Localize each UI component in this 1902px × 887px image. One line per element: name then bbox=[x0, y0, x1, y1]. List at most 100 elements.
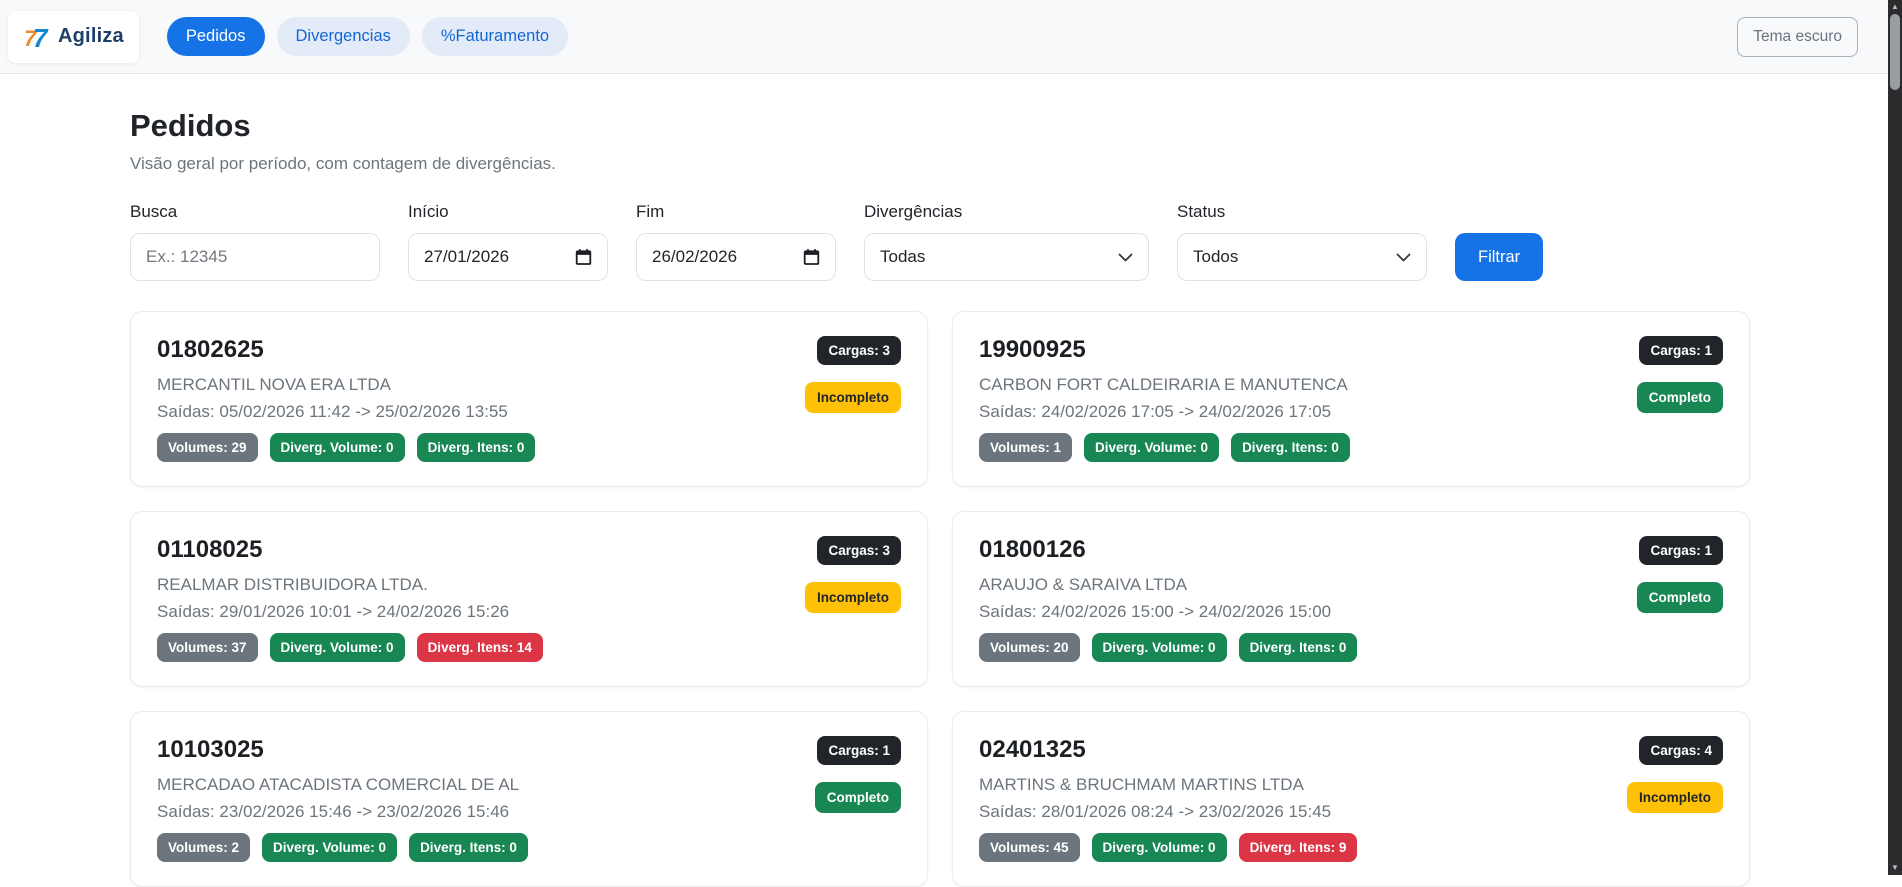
order-departures: Saídas: 28/01/2026 08:24 -> 23/02/2026 1… bbox=[979, 802, 1332, 821]
status-badge: Incompleto bbox=[804, 582, 901, 613]
order-departures: Saídas: 23/02/2026 15:46 -> 23/02/2026 1… bbox=[157, 802, 510, 821]
calendar-icon[interactable] bbox=[803, 248, 820, 266]
diverg-volume-badge: Diverg. Volume: 0 bbox=[1091, 833, 1227, 862]
diverg-volume-badge: Diverg. Volume: 0 bbox=[262, 833, 398, 862]
order-metric-badges: Volumes: 29 Diverg. Volume: 0 Diverg. It… bbox=[157, 433, 536, 462]
status-select[interactable]: Todos bbox=[1177, 233, 1427, 281]
cargas-badge: Cargas: 3 bbox=[817, 336, 901, 365]
theme-toggle-button[interactable]: Tema escuro bbox=[1737, 16, 1858, 57]
busca-label: Busca bbox=[130, 202, 178, 221]
order-card-side: Cargas: 3 Incompleto bbox=[804, 536, 901, 662]
brand-logo[interactable]: 7 7 Agiliza bbox=[8, 10, 139, 63]
status-selected-value: Todos bbox=[1193, 247, 1239, 266]
order-card-main: 19900925 CARBON FORT CALDEIRARIA E MANUT… bbox=[979, 336, 1350, 462]
agiliza-logo-icon: 7 7 bbox=[23, 22, 53, 52]
status-badge: Incompleto bbox=[804, 382, 901, 413]
main-tabs: Pedidos Divergencias %Faturamento bbox=[166, 16, 569, 57]
cargas-badge: Cargas: 1 bbox=[817, 736, 901, 765]
order-card-main: 01802625 MERCANTIL NOVA ERA LTDA Saídas:… bbox=[157, 336, 536, 462]
diverg-volume-badge: Diverg. Volume: 0 bbox=[269, 433, 405, 462]
order-company: ARAUJO & SARAIVA LTDA bbox=[979, 575, 1188, 594]
status-badge: Completo bbox=[1636, 382, 1723, 413]
page-subtitle: Visão geral por período, com contagem de… bbox=[130, 154, 556, 173]
order-card-side: Cargas: 1 Completo bbox=[1636, 336, 1723, 462]
scrollbar[interactable]: ▲ ▼ bbox=[1888, 0, 1902, 875]
order-departures: Saídas: 29/01/2026 10:01 -> 24/02/2026 1… bbox=[157, 602, 510, 621]
cargas-badge: Cargas: 1 bbox=[1639, 536, 1723, 565]
order-card-main: 10103025 MERCADAO ATACADISTA COMERCIAL D… bbox=[157, 736, 528, 862]
filter-submit-button[interactable]: Filtrar bbox=[1455, 233, 1544, 281]
top-navbar: 7 7 Agiliza Pedidos Divergencias %Fatura… bbox=[0, 0, 1902, 74]
end-date-input[interactable]: 26/02/2026 bbox=[636, 233, 836, 281]
scroll-up-icon[interactable]: ▲ bbox=[1888, 2, 1902, 12]
cargas-badge: Cargas: 4 bbox=[1639, 736, 1723, 765]
order-number: 01108025 bbox=[157, 536, 263, 563]
diverg-volume-badge: Diverg. Volume: 0 bbox=[1084, 433, 1220, 462]
order-card-main: 01108025 REALMAR DISTRIBUIDORA LTDA. Saí… bbox=[157, 536, 543, 662]
scroll-down-icon[interactable]: ▼ bbox=[1888, 863, 1902, 873]
order-departures: Saídas: 05/02/2026 11:42 -> 25/02/2026 1… bbox=[157, 402, 508, 421]
order-metric-badges: Volumes: 20 Diverg. Volume: 0 Diverg. It… bbox=[979, 633, 1358, 662]
tab-divergencias[interactable]: Divergencias bbox=[276, 16, 410, 57]
order-number: 01802625 bbox=[157, 336, 264, 363]
order-card[interactable]: 01108025 REALMAR DISTRIBUIDORA LTDA. Saí… bbox=[130, 511, 928, 687]
start-date-input[interactable]: 27/01/2026 bbox=[408, 233, 608, 281]
order-card-side: Cargas: 3 Incompleto bbox=[804, 336, 901, 462]
calendar-icon[interactable] bbox=[575, 248, 592, 266]
filter-status: Status Todos bbox=[1177, 202, 1427, 281]
filter-divergencias: Divergências Todas bbox=[864, 202, 1149, 281]
divergencias-label: Divergências bbox=[864, 202, 963, 221]
search-input[interactable] bbox=[130, 233, 380, 281]
volumes-badge: Volumes: 29 bbox=[157, 433, 258, 462]
diverg-itens-badge: Diverg. Itens: 9 bbox=[1238, 833, 1358, 862]
order-card-main: 02401325 MARTINS & BRUCHMAM MARTINS LTDA… bbox=[979, 736, 1358, 862]
order-number: 02401325 bbox=[979, 736, 1086, 763]
order-card[interactable]: 01800126 ARAUJO & SARAIVA LTDA Saídas: 2… bbox=[952, 511, 1750, 687]
orders-grid: 01802625 MERCANTIL NOVA ERA LTDA Saídas:… bbox=[130, 311, 1750, 887]
order-card[interactable]: 01802625 MERCANTIL NOVA ERA LTDA Saídas:… bbox=[130, 311, 928, 487]
order-number: 19900925 bbox=[979, 336, 1086, 363]
scrollbar-thumb[interactable] bbox=[1890, 14, 1900, 90]
order-company: MERCADAO ATACADISTA COMERCIAL DE AL bbox=[157, 775, 520, 794]
tab-pedidos[interactable]: Pedidos bbox=[166, 16, 265, 57]
order-metric-badges: Volumes: 2 Diverg. Volume: 0 Diverg. Ite… bbox=[157, 833, 528, 862]
status-badge: Completo bbox=[1636, 582, 1723, 613]
diverg-itens-badge: Diverg. Itens: 0 bbox=[1238, 633, 1358, 662]
filter-bar: Busca Início 27/01/2026 Fim 26/0 bbox=[130, 202, 1750, 281]
order-card-side: Cargas: 1 Completo bbox=[814, 736, 901, 862]
volumes-badge: Volumes: 2 bbox=[157, 833, 251, 862]
status-badge: Incompleto bbox=[1626, 782, 1723, 813]
order-metric-badges: Volumes: 37 Diverg. Volume: 0 Diverg. It… bbox=[157, 633, 543, 662]
order-departures: Saídas: 24/02/2026 15:00 -> 24/02/2026 1… bbox=[979, 602, 1332, 621]
filter-busca: Busca bbox=[130, 202, 380, 281]
end-date-value: 26/02/2026 bbox=[652, 247, 738, 266]
main-content: Pedidos Visão geral por período, com con… bbox=[0, 74, 1750, 887]
order-card[interactable]: 02401325 MARTINS & BRUCHMAM MARTINS LTDA… bbox=[952, 711, 1750, 887]
inicio-label: Início bbox=[408, 202, 449, 221]
order-company: MERCANTIL NOVA ERA LTDA bbox=[157, 375, 391, 394]
order-company: REALMAR DISTRIBUIDORA LTDA. bbox=[157, 575, 428, 594]
order-company: MARTINS & BRUCHMAM MARTINS LTDA bbox=[979, 775, 1304, 794]
order-number: 01800126 bbox=[979, 536, 1086, 563]
svg-text:7: 7 bbox=[33, 23, 49, 52]
order-card[interactable]: 10103025 MERCADAO ATACADISTA COMERCIAL D… bbox=[130, 711, 928, 887]
order-departures: Saídas: 24/02/2026 17:05 -> 24/02/2026 1… bbox=[979, 402, 1332, 421]
order-card[interactable]: 19900925 CARBON FORT CALDEIRARIA E MANUT… bbox=[952, 311, 1750, 487]
chevron-down-icon bbox=[1118, 253, 1133, 262]
diverg-itens-badge: Diverg. Itens: 0 bbox=[416, 433, 536, 462]
order-company: CARBON FORT CALDEIRARIA E MANUTENCA bbox=[979, 375, 1348, 394]
status-badge: Completo bbox=[814, 782, 901, 813]
order-number: 10103025 bbox=[157, 736, 264, 763]
tab-faturamento[interactable]: %Faturamento bbox=[421, 16, 569, 57]
volumes-badge: Volumes: 1 bbox=[979, 433, 1073, 462]
diverg-itens-badge: Diverg. Itens: 14 bbox=[416, 633, 543, 662]
order-metric-badges: Volumes: 45 Diverg. Volume: 0 Diverg. It… bbox=[979, 833, 1358, 862]
status-label: Status bbox=[1177, 202, 1226, 221]
start-date-value: 27/01/2026 bbox=[424, 247, 510, 266]
volumes-badge: Volumes: 20 bbox=[979, 633, 1080, 662]
divergencias-selected-value: Todas bbox=[880, 247, 926, 266]
order-metric-badges: Volumes: 1 Diverg. Volume: 0 Diverg. Ite… bbox=[979, 433, 1350, 462]
filter-fim: Fim 26/02/2026 bbox=[636, 202, 836, 281]
divergencias-select[interactable]: Todas bbox=[864, 233, 1149, 281]
diverg-volume-badge: Diverg. Volume: 0 bbox=[1091, 633, 1227, 662]
